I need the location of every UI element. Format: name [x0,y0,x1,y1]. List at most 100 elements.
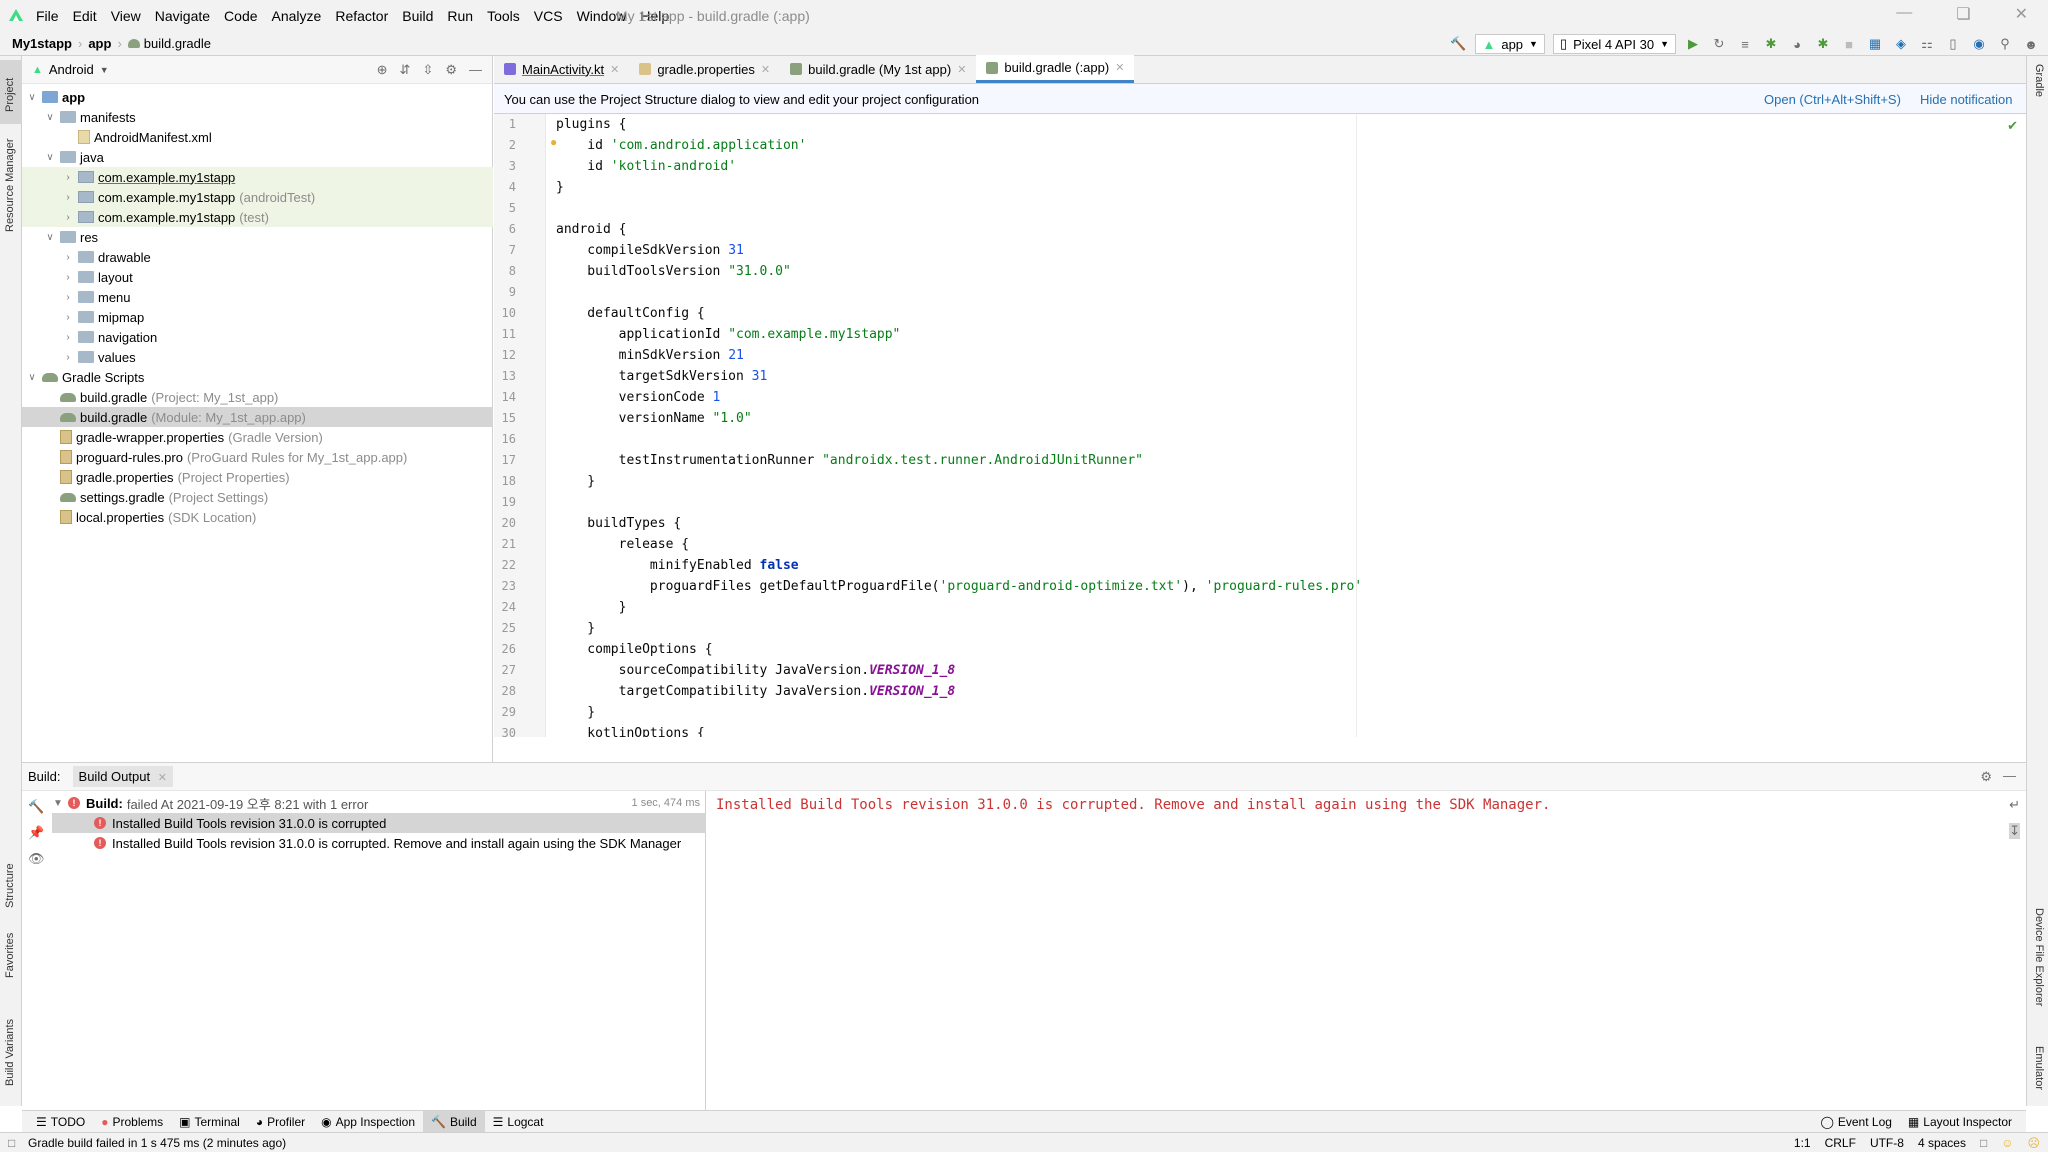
project-tree-item[interactable]: ∨ res [22,227,493,247]
project-tree-item[interactable]: build.gradle (Project: My_1st_app) [22,387,493,407]
close-tab-icon[interactable]: ✕ [761,63,770,76]
feedback-sad-icon[interactable]: ☹ [2027,1136,2040,1150]
code-line[interactable]: compileOptions { [556,642,712,657]
status-message[interactable]: Gradle build failed in 1 s 475 ms (2 min… [28,1136,286,1150]
chevron-right-icon[interactable]: › [62,352,74,363]
sync-gradle-icon[interactable]: ◈ [1892,35,1910,53]
code-line[interactable]: id 'kotlin-android' [556,159,736,174]
gradle-tool-label[interactable]: Gradle [2033,64,2045,97]
menu-navigate[interactable]: Navigate [155,8,210,24]
project-tree-item[interactable]: › com.example.my1stapp (androidTest) [22,187,493,207]
code-line[interactable]: versionCode 1 [556,390,721,405]
profiler-tool-button[interactable]: ◕ Profiler [248,1111,313,1133]
menu-vcs[interactable]: VCS [534,8,563,24]
apply-code-changes-icon[interactable]: ≡ [1736,35,1754,53]
code-line[interactable]: } [556,474,595,489]
code-line[interactable]: targetCompatibility JavaVersion.VERSION_… [556,684,956,699]
logcat-tool-button[interactable]: ☰ Logcat [485,1111,552,1133]
account-icon[interactable]: ☻ [2022,35,2040,53]
project-tree-item[interactable]: proguard-rules.pro (ProGuard Rules for My… [22,447,493,467]
collapse-all-icon[interactable]: ⇳ [422,62,433,78]
pin-icon[interactable]: 📌 [28,825,45,841]
chevron-right-icon[interactable]: › [62,292,74,303]
tab-build-gradle-project[interactable]: build.gradle (My 1st app) ✕ [780,55,976,83]
project-tree-item[interactable]: › navigation [22,327,493,347]
code-line[interactable]: versionName "1.0" [556,411,752,426]
close-tab-icon[interactable]: ✕ [957,63,966,76]
project-tree-item[interactable]: gradle.properties (Project Properties) [22,467,493,487]
attach-debugger-icon[interactable]: ✱ [1814,35,1832,53]
gear-icon[interactable]: ⚙ [445,62,457,78]
todo-tool-button[interactable]: ☰ TODO [28,1111,93,1133]
code-line[interactable]: sourceCompatibility JavaVersion.VERSION_… [556,663,956,678]
hide-panel-icon[interactable]: — [2003,768,2016,783]
chevron-down-icon[interactable]: ∨ [44,232,56,243]
caret-position[interactable]: 1:1 [1794,1136,1811,1150]
code-line[interactable]: } [556,600,627,615]
chevron-down-icon[interactable]: ∨ [44,152,56,163]
tab-build-gradle-app[interactable]: build.gradle (:app) ✕ [976,55,1135,83]
assistant-icon[interactable]: ◉ [1970,35,1988,53]
build-error-row[interactable]: ! Installed Build Tools revision 31.0.0 … [52,813,706,833]
read-only-lock-icon[interactable]: □ [1980,1136,1987,1150]
project-tree-item[interactable]: › layout [22,267,493,287]
project-tree-item[interactable]: settings.gradle (Project Settings) [22,487,493,507]
project-tree-item[interactable]: › menu [22,287,493,307]
code-line[interactable]: proguardFiles getDefaultProguardFile('pr… [556,579,1362,594]
code-line[interactable]: plugins { [556,117,626,132]
project-tree-item[interactable]: › values [22,347,493,367]
run-configuration-select[interactable]: ▲ app ▼ [1475,34,1545,54]
feedback-happy-icon[interactable]: ☺ [2001,1136,2013,1150]
resource-manager-tool-label[interactable]: Resource Manager [4,138,16,232]
code-line[interactable]: id 'com.android.application' [556,138,806,153]
code-line[interactable]: buildToolsVersion "31.0.0" [556,264,791,279]
project-view-select[interactable]: Android [49,62,94,77]
project-tree-item[interactable]: local.properties (SDK Location) [22,507,493,527]
run-icon[interactable]: ▶ [1684,35,1702,53]
device-file-explorer-tool-label[interactable]: Device File Explorer [2033,908,2045,1006]
eye-icon[interactable]: 👁 [28,851,45,867]
chevron-right-icon[interactable]: › [62,312,74,323]
code-line[interactable]: targetSdkVersion 31 [556,369,768,384]
project-tree-item[interactable]: › com.example.my1stapp [22,167,493,187]
hide-panel-icon[interactable]: — [469,62,482,78]
line-separator[interactable]: CRLF [1825,1136,1856,1150]
emulator-tool-label[interactable]: Emulator [2033,1046,2045,1090]
breadcrumb-project[interactable]: My1stapp [12,36,72,51]
project-tree-item[interactable]: › drawable [22,247,493,267]
device-select[interactable]: ▯ Pixel 4 API 30 ▼ [1552,34,1676,54]
menu-edit[interactable]: Edit [73,8,97,24]
menu-run[interactable]: Run [447,8,473,24]
structure-tool-label[interactable]: Structure [4,863,16,908]
chevron-down-icon[interactable]: ▼ [52,798,64,809]
sdk-manager-icon[interactable]: ⚏ [1918,35,1936,53]
project-tree-item[interactable]: ∨ manifests [22,107,493,127]
code-editor[interactable]: 1 2 3 4 5 6 7 8 9 10 11 12 13 14 15 16 17 18 19 20 21 22 23 24 2… [494,114,2026,737]
intention-bulb-icon[interactable]: ● [550,135,557,149]
code-line[interactable]: kotlinOptions { [556,726,704,737]
breadcrumb-file[interactable]: build.gradle [144,36,211,51]
chevron-right-icon[interactable]: › [62,252,74,263]
tab-gradle-properties[interactable]: gradle.properties ✕ [629,55,780,83]
minimize-icon[interactable]: — [1896,4,1912,24]
close-icon[interactable]: ✕ [2015,4,2028,24]
code-line[interactable]: minifyEnabled false [556,558,799,573]
menu-analyze[interactable]: Analyze [272,8,322,24]
debug-icon[interactable]: ✱ [1762,35,1780,53]
hide-notification-link[interactable]: Hide notification [1920,92,2013,107]
rebuild-hammer-icon[interactable]: 🔨 [28,799,45,815]
open-project-structure-link[interactable]: Open (Ctrl+Alt+Shift+S) [1764,92,1901,107]
code-line[interactable]: release { [556,537,689,552]
status-panel-toggle-icon[interactable]: □ [8,1136,15,1150]
project-tree-item[interactable]: AndroidManifest.xml [22,127,493,147]
build-variants-tool-label[interactable]: Build Variants [4,1019,16,1086]
gear-icon[interactable]: ⚙ [1980,769,1992,785]
stop-icon[interactable]: ■ [1840,35,1858,53]
layout-inspector-tool-button[interactable]: ▦ Layout Inspector [1900,1111,2020,1133]
chevron-down-icon[interactable]: ∨ [26,92,38,103]
close-tab-icon[interactable]: ✕ [158,772,167,784]
scroll-to-end-icon[interactable]: ↧ [2009,823,2020,839]
code-line[interactable]: testInstrumentationRunner "androidx.test… [556,453,1143,468]
problems-tool-button[interactable]: ● Problems [93,1111,171,1133]
device-manager-icon[interactable]: ▦ [1866,35,1884,53]
